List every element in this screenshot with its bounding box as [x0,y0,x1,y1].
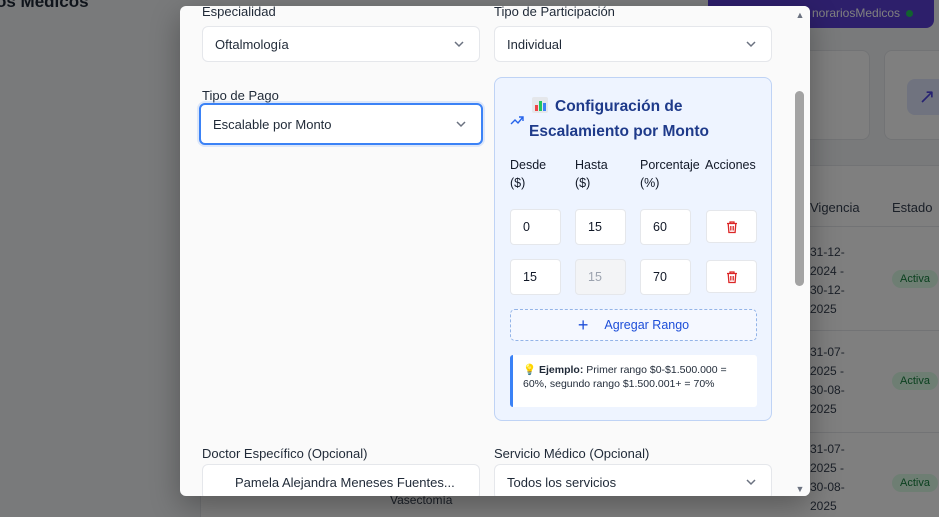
doctor-select[interactable]: Pamela Alejandra Meneses Fuentes... [202,464,480,496]
porcentaje-input[interactable]: 70 [640,259,691,295]
delete-range-button[interactable] [706,260,757,293]
hasta-input-disabled: 15 [575,259,626,295]
plus-icon: + [577,314,589,335]
especialidad-select[interactable]: Oftalmología [202,26,480,62]
porcentaje-input[interactable]: 60 [640,209,691,245]
tipo-participacion-label: Tipo de Participación [494,6,615,19]
column-header-porcentaje: Porcentaje (%) [640,158,700,190]
example-note: 💡 Ejemplo: Primer rango $0-$1.500.000 = … [510,355,757,407]
column-header-acciones: Acciones [705,158,756,172]
servicio-select[interactable]: Todos los servicios [494,464,772,496]
chevron-down-icon [745,37,759,51]
modal-scrollbar[interactable]: ▲ ▼ [790,6,810,496]
trending-up-icon [510,113,524,125]
escalamiento-config-panel: Configuración de Escalamiento por Monto … [494,77,772,421]
column-header-desde: Desde ($) [510,158,547,190]
chevron-down-icon [455,117,469,131]
doctor-label: Doctor Específico (Opcional) [202,446,368,461]
hasta-input[interactable]: 15 [575,209,626,245]
example-label: Ejemplo: [539,364,584,376]
scroll-up-icon[interactable]: ▲ [795,10,805,20]
column-header-hasta: Hasta ($) [575,158,608,190]
doctor-value: Pamela Alejandra Meneses Fuentes... [235,474,455,490]
servicio-label: Servicio Médico (Opcional) [494,446,650,461]
desde-input[interactable]: 0 [510,209,561,245]
agreement-modal: Especialidad Oftalmología Tipo de Partic… [180,6,810,496]
scroll-down-icon[interactable]: ▼ [795,484,805,494]
scrollbar-thumb[interactable] [795,91,804,286]
especialidad-label: Especialidad [202,6,276,19]
config-title: Configuración de Escalamiento por Monto [529,98,709,140]
desde-input[interactable]: 15 [510,259,561,295]
chevron-down-icon [745,475,759,489]
tipo-pago-label: Tipo de Pago [202,88,279,103]
tipo-participacion-value: Individual [507,36,562,52]
lightbulb-icon: 💡 [523,364,539,376]
trash-icon [726,270,737,283]
delete-range-button[interactable] [706,210,757,243]
tipo-pago-value: Escalable por Monto [213,116,332,132]
add-range-label: Agregar Rango [604,318,690,332]
servicio-value: Todos los servicios [507,474,617,490]
add-range-button[interactable]: + Agregar Rango [510,309,757,341]
tipo-pago-select[interactable]: Escalable por Monto [199,103,483,145]
trash-icon [726,220,737,233]
especialidad-value: Oftalmología [215,36,289,52]
tipo-participacion-select[interactable]: Individual [494,26,772,62]
chevron-down-icon [453,37,467,51]
